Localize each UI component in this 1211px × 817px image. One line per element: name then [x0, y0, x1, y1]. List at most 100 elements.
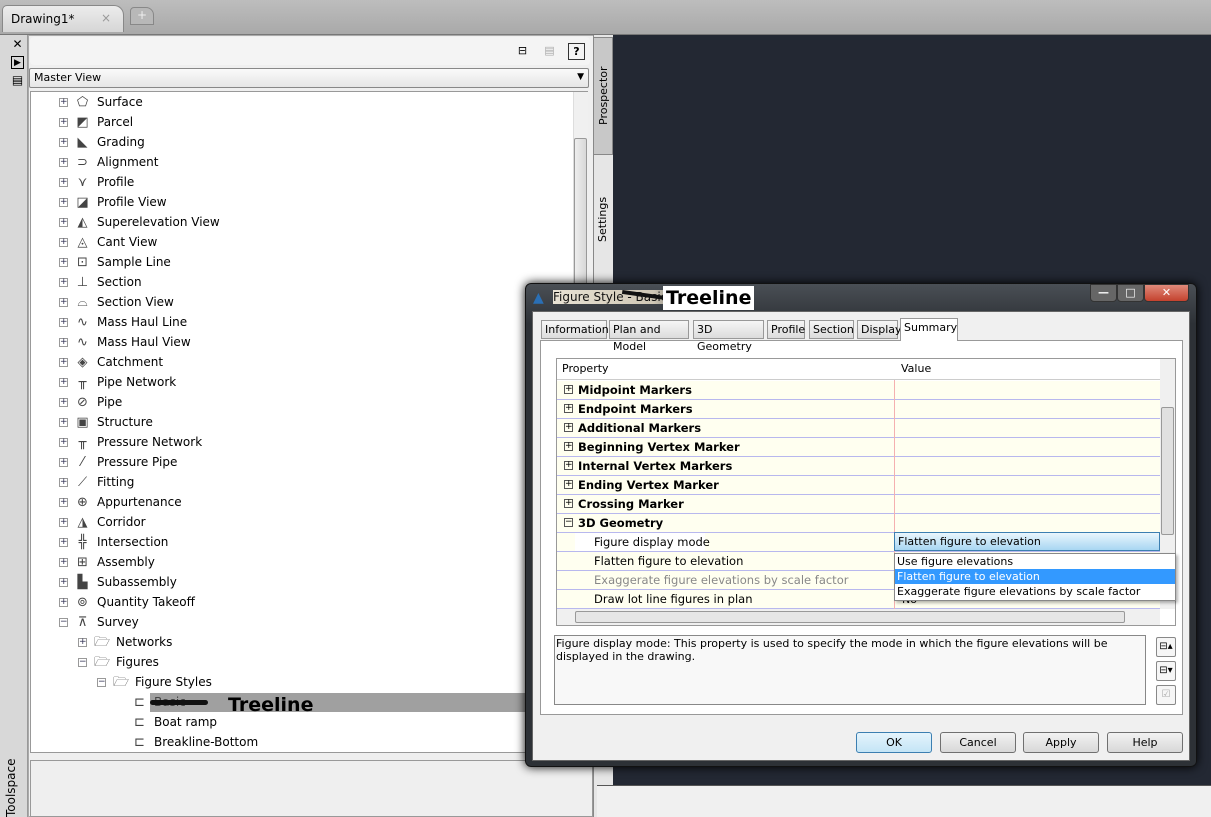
tree-item-label: Corridor — [97, 515, 146, 529]
apply-button[interactable]: Apply — [1023, 732, 1099, 753]
tree-item-label: Quantity Takeoff — [97, 595, 195, 609]
expander-icon[interactable]: + — [59, 258, 68, 267]
expander-icon[interactable]: − — [59, 618, 68, 627]
tab-information[interactable]: Information — [541, 320, 609, 339]
expand-all-icon[interactable]: ⊟▾ — [1156, 661, 1176, 681]
expander-icon[interactable]: + — [59, 158, 68, 167]
expander-icon[interactable]: + — [59, 178, 68, 187]
close-icon[interactable]: ✕ — [11, 38, 24, 51]
dropdown-option[interactable]: Use figure elevations — [895, 554, 1175, 569]
property-label: Exaggerate figure elevations by scale fa… — [594, 573, 849, 587]
tab-summary[interactable]: Summary — [900, 318, 958, 341]
expander-icon[interactable]: + — [59, 558, 68, 567]
expander-icon[interactable]: + — [564, 423, 573, 432]
annotation-label: Treeline — [228, 694, 314, 716]
override-icon[interactable]: ☑ — [1156, 685, 1176, 705]
document-tab[interactable]: Drawing1* × — [2, 5, 124, 32]
cancel-button[interactable]: Cancel — [940, 732, 1016, 753]
property-row[interactable]: + Internal Vertex Markers — [557, 457, 1160, 476]
tab-plan-and-model[interactable]: Plan and Model — [609, 320, 689, 353]
help-icon[interactable]: ? — [568, 43, 585, 60]
tree-item-label: Alignment — [97, 155, 159, 169]
tab-profile[interactable]: Profile — [767, 320, 805, 339]
tab-settings[interactable]: Settings — [593, 160, 613, 278]
item-view-icon[interactable]: ⊟ — [514, 43, 531, 60]
palette-title: Toolspace — [4, 758, 18, 817]
tab-display[interactable]: Display — [857, 320, 902, 339]
expander-icon[interactable]: + — [59, 138, 68, 147]
tab-3d-geometry[interactable]: 3D Geometry — [693, 320, 764, 353]
expander-icon[interactable]: + — [59, 298, 68, 307]
title-annotation: Treeline — [663, 286, 755, 310]
properties-icon[interactable]: ▤ — [11, 74, 24, 87]
expander-icon[interactable]: + — [564, 461, 573, 470]
preview-icon[interactable]: ▤ — [541, 43, 558, 60]
expander-icon[interactable]: + — [564, 404, 573, 413]
expander-icon[interactable]: + — [59, 278, 68, 287]
expander-icon[interactable]: + — [564, 499, 573, 508]
tab-prospector[interactable]: Prospector — [593, 37, 613, 155]
expander-icon[interactable]: + — [59, 538, 68, 547]
figure-style-icon: ⊏ — [134, 735, 145, 750]
property-row[interactable]: + Crossing Marker — [557, 495, 1160, 514]
expander-icon[interactable]: + — [59, 518, 68, 527]
expander-icon[interactable]: + — [59, 118, 68, 127]
expander-icon[interactable]: + — [59, 398, 68, 407]
collection-icon: ╥ — [78, 435, 87, 450]
display-mode-dropdown: Use figure elevations Flatten figure to e… — [894, 553, 1176, 601]
display-mode-combo[interactable]: Flatten figure to elevation — [894, 532, 1160, 551]
grid-vscroll-thumb[interactable] — [1161, 407, 1174, 535]
help-button[interactable]: Help — [1107, 732, 1183, 753]
new-tab-button[interactable]: + — [130, 7, 154, 25]
expander-icon[interactable]: + — [78, 638, 87, 647]
collection-icon: ⌓ — [77, 295, 88, 310]
expander-icon[interactable]: + — [59, 418, 68, 427]
maximize-button[interactable]: □ — [1117, 284, 1144, 302]
property-row[interactable]: + Midpoint Markers — [557, 381, 1160, 400]
expander-icon[interactable]: + — [59, 598, 68, 607]
collection-icon: ◮ — [77, 515, 88, 530]
dropdown-option[interactable]: Exaggerate figure elevations by scale fa… — [895, 584, 1175, 599]
folder-icon: 🗁 — [94, 635, 111, 650]
tab-section[interactable]: Section — [809, 320, 854, 339]
close-tab-icon[interactable]: × — [101, 11, 111, 25]
property-row[interactable]: + Endpoint Markers — [557, 400, 1160, 419]
collection-icon: ▣ — [76, 415, 89, 430]
figure-style-icon: ⊏ — [134, 695, 145, 710]
minimize-button[interactable]: — — [1090, 284, 1117, 302]
property-row[interactable]: + Beginning Vertex Marker — [557, 438, 1160, 457]
grid-hscroll-thumb[interactable] — [575, 611, 1125, 623]
expander-icon[interactable]: + — [59, 98, 68, 107]
expander-icon[interactable]: + — [59, 378, 68, 387]
expander-icon[interactable]: + — [59, 498, 68, 507]
expander-icon[interactable]: + — [59, 438, 68, 447]
expander-icon[interactable]: + — [564, 480, 573, 489]
expander-icon[interactable]: + — [59, 478, 68, 487]
expander-icon[interactable]: − — [97, 678, 106, 687]
expander-icon[interactable]: + — [564, 442, 573, 451]
expander-icon[interactable]: + — [59, 318, 68, 327]
expander-icon[interactable]: − — [78, 658, 87, 667]
expander-icon[interactable]: + — [59, 338, 68, 347]
ok-button[interactable]: OK — [856, 732, 932, 753]
close-button[interactable]: ✕ — [1144, 284, 1189, 302]
tree-item-label: Profile — [97, 175, 135, 189]
dropdown-option[interactable]: Flatten figure to elevation — [895, 569, 1175, 584]
redaction-mark — [150, 700, 208, 705]
property-row[interactable]: + Additional Markers — [557, 419, 1160, 438]
expander-icon[interactable]: + — [59, 238, 68, 247]
property-row[interactable]: + Ending Vertex Marker — [557, 476, 1160, 495]
collection-icon: ╥ — [78, 375, 87, 390]
expander-icon[interactable]: + — [564, 385, 573, 394]
expander-icon[interactable]: + — [59, 198, 68, 207]
property-row[interactable]: −3D Geometry — [557, 514, 1160, 533]
collapse-all-icon[interactable]: ⊟▴ — [1156, 637, 1176, 657]
view-select[interactable]: Master View ▼ — [29, 68, 589, 88]
expander-icon[interactable]: + — [59, 218, 68, 227]
autohide-icon[interactable]: ▶ — [11, 56, 24, 69]
expander-icon[interactable]: + — [59, 458, 68, 467]
expander-icon[interactable]: + — [59, 358, 68, 367]
tree-item-label: Figures — [116, 655, 159, 669]
expander-icon[interactable]: − — [564, 518, 573, 527]
expander-icon[interactable]: + — [59, 578, 68, 587]
